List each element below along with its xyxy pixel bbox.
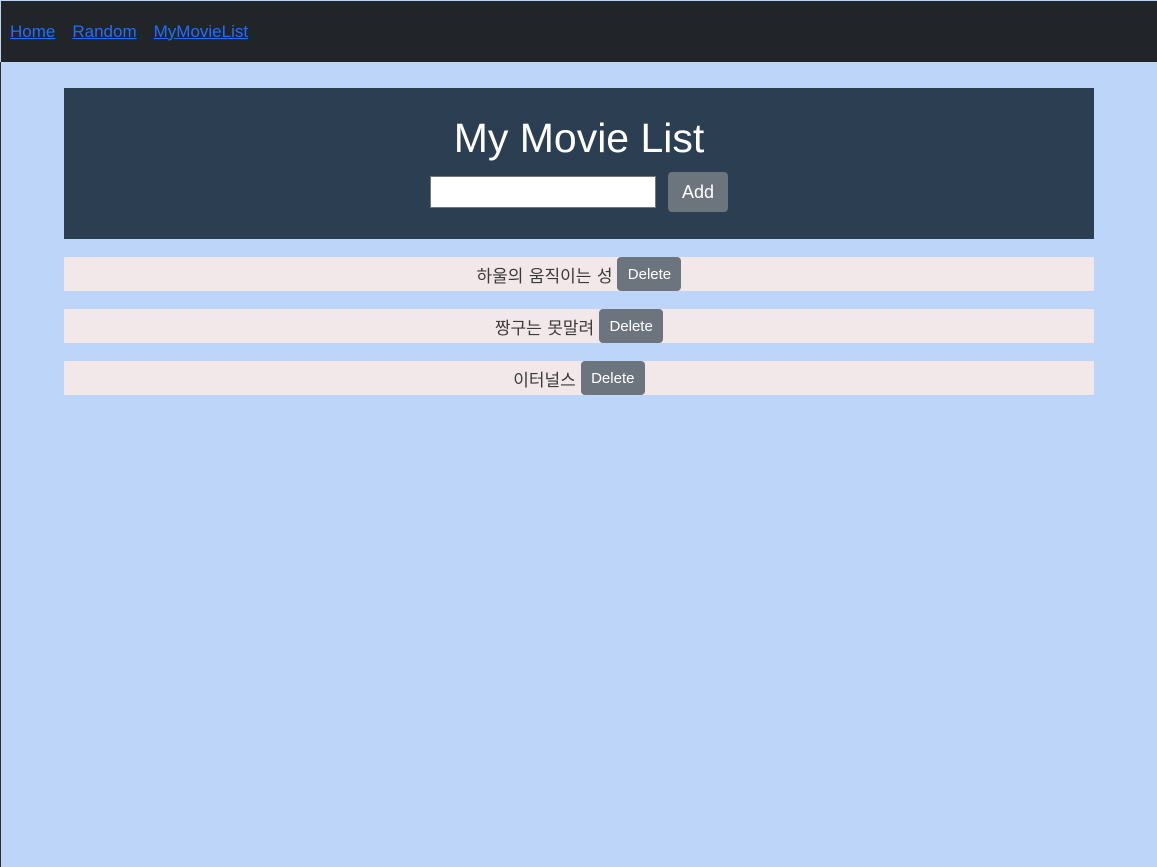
delete-button[interactable]: Delete	[617, 257, 682, 291]
movie-title-input[interactable]	[430, 176, 656, 208]
add-button[interactable]: Add	[668, 172, 728, 212]
list-item: 하울의 움직이는 성 Delete	[64, 257, 1094, 291]
movie-list: 하울의 움직이는 성 Delete 짱구는 못말려 Delete 이터널스 De…	[64, 257, 1094, 413]
list-item: 이터널스 Delete	[64, 361, 1094, 395]
list-item: 짱구는 못말려 Delete	[64, 309, 1094, 343]
left-edge-divider	[0, 62, 1, 867]
page-title: My Movie List	[453, 115, 705, 161]
movie-list-header: My Movie List Add	[64, 88, 1094, 239]
delete-button[interactable]: Delete	[580, 361, 645, 395]
nav-link-random[interactable]: Random	[72, 22, 136, 42]
delete-button[interactable]: Delete	[599, 309, 664, 343]
add-movie-form: Add	[64, 172, 1094, 212]
movie-title: 짱구는 못말려	[494, 318, 595, 339]
nav-link-mymovielist[interactable]: MyMovieList	[154, 22, 248, 42]
nav-link-home[interactable]: Home	[10, 22, 55, 42]
movie-title: 이터널스	[513, 370, 576, 391]
top-navbar: Home Random MyMovieList	[1, 1, 1157, 62]
movie-title: 하울의 움직이는 성	[476, 266, 613, 287]
